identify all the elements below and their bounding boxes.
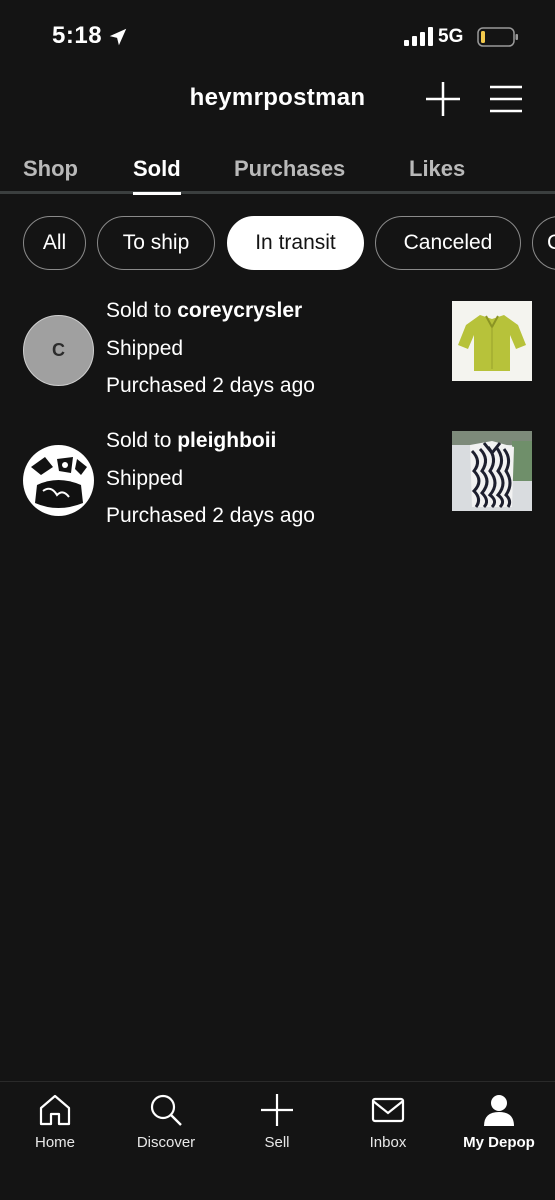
menu-icon[interactable] <box>488 82 524 116</box>
signal-icon <box>404 27 433 46</box>
filter-more[interactable]: C <box>532 216 555 270</box>
search-icon <box>150 1094 182 1126</box>
sold-to-line: Sold to coreycrysler <box>106 299 302 323</box>
person-icon <box>484 1095 514 1126</box>
avatar <box>23 445 94 516</box>
avatar: C <box>23 315 94 386</box>
order-status: Shipped <box>106 467 184 490</box>
battery-icon <box>477 27 518 47</box>
product-thumbnail <box>452 431 532 511</box>
tab-shop[interactable]: Shop <box>23 156 78 182</box>
sold-to-line: Sold to pleighboii <box>106 429 276 453</box>
status-filters: All To ship In transit Canceled C <box>0 216 555 270</box>
home-icon <box>39 1094 71 1126</box>
nav-inbox-label: Inbox <box>369 1134 407 1151</box>
status-time: 5:18 <box>52 22 103 49</box>
filter-to-ship[interactable]: To ship <box>97 216 215 270</box>
product-thumbnail <box>452 301 532 381</box>
filter-canceled[interactable]: Canceled <box>375 216 521 270</box>
status-bar: 5:18 5G <box>0 0 555 70</box>
plus-icon[interactable] <box>424 80 462 118</box>
nav-my-depop-label: My Depop <box>463 1134 535 1151</box>
location-arrow-icon <box>109 28 127 46</box>
nav-home[interactable]: Home <box>0 1082 110 1172</box>
bottom-nav: Home Discover Sell Inbox My Depop <box>0 1081 555 1200</box>
filter-in-transit[interactable]: In transit <box>227 216 364 270</box>
profile-tabs: Shop Sold Purchases Likes <box>0 150 555 195</box>
profile-username: heymrpostman <box>189 84 366 111</box>
sold-prefix: Sold to <box>106 299 172 322</box>
purchase-date: Purchased 2 days ago <box>106 374 315 397</box>
buyer-username: coreycrysler <box>177 299 303 322</box>
network-label: 5G <box>438 26 464 47</box>
buyer-username: pleighboii <box>177 429 277 452</box>
nav-my-depop[interactable]: My Depop <box>444 1082 554 1172</box>
mail-icon <box>371 1097 405 1123</box>
sold-prefix: Sold to <box>106 429 172 452</box>
nav-sell-label: Sell <box>264 1134 290 1151</box>
plus-icon <box>261 1094 293 1126</box>
nav-discover-label: Discover <box>136 1134 196 1151</box>
nav-home-label: Home <box>34 1134 75 1151</box>
nav-sell[interactable]: Sell <box>222 1082 332 1172</box>
profile-header: heymrpostman <box>0 70 555 130</box>
order-item[interactable]: Sold to pleighboii Shipped Purchased 2 d… <box>0 429 555 549</box>
tab-likes[interactable]: Likes <box>409 156 465 182</box>
order-status: Shipped <box>106 337 184 360</box>
tab-sold[interactable]: Sold <box>133 156 181 195</box>
filter-all[interactable]: All <box>23 216 86 270</box>
purchase-date: Purchased 2 days ago <box>106 504 315 527</box>
order-item[interactable]: C Sold to coreycrysler Shipped Purchased… <box>0 299 555 419</box>
tab-purchases[interactable]: Purchases <box>234 156 345 182</box>
nav-inbox[interactable]: Inbox <box>333 1082 443 1172</box>
nav-discover[interactable]: Discover <box>111 1082 221 1172</box>
